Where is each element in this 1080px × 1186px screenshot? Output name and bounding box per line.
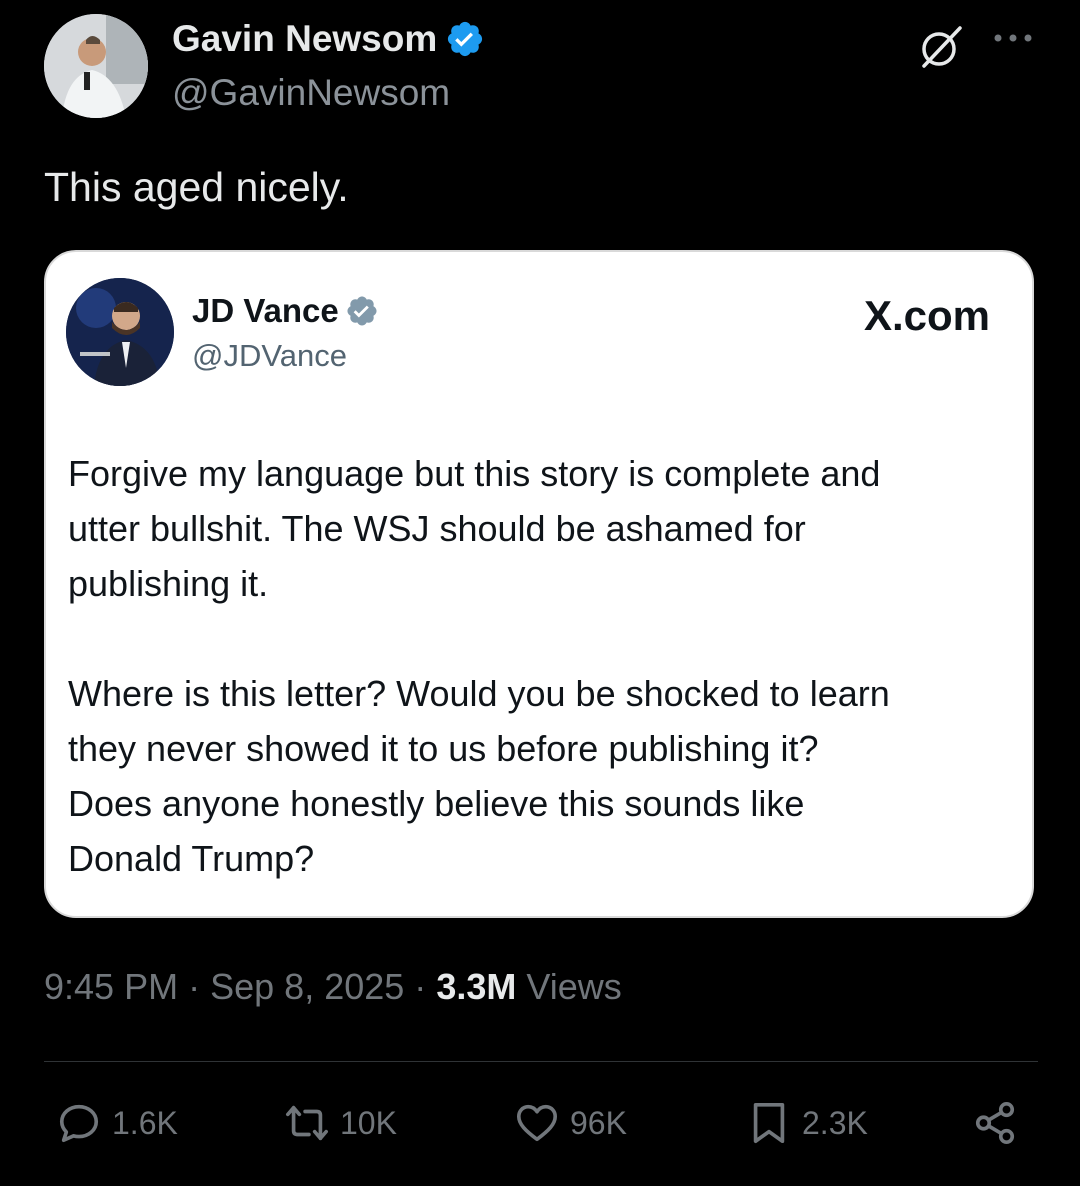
post-meta: 9:45 PM · Sep 8, 2025 · 3.3M Views: [44, 966, 622, 1008]
quoted-post-body: Forgive my language but this story is co…: [68, 446, 1018, 886]
repost-button[interactable]: 10K: [284, 1100, 397, 1146]
views-label: Views: [526, 966, 622, 1007]
repost-count: 10K: [340, 1104, 397, 1141]
quoted-author-avatar: [66, 278, 174, 386]
quoted-post-image[interactable]: JD Vance @JDVance X.com Forgive my langu…: [44, 250, 1034, 918]
post-time[interactable]: 9:45 PM: [44, 966, 178, 1007]
bookmark-icon: [753, 1102, 785, 1144]
verified-icon: [347, 296, 377, 326]
bookmark-count: 2.3K: [802, 1104, 868, 1141]
quoted-author-handle: @JDVance: [192, 338, 347, 373]
divider: [44, 1061, 1038, 1062]
post-date[interactable]: Sep 8, 2025: [210, 966, 404, 1007]
reply-count: 1.6K: [112, 1104, 178, 1141]
quoted-author-name: JD Vance: [192, 292, 339, 329]
like-icon: [516, 1104, 558, 1142]
meta-separator: ·: [414, 966, 427, 1007]
verified-icon: [448, 21, 483, 57]
meta-separator: ·: [188, 966, 201, 1007]
bookmark-button[interactable]: 2.3K: [746, 1100, 868, 1146]
x-brand-label: X.com: [863, 292, 990, 339]
reply-button[interactable]: 1.6K: [56, 1100, 178, 1146]
tweet-text: This aged nicely.: [44, 164, 349, 210]
author-name-row[interactable]: Gavin Newsom: [172, 18, 485, 60]
quoted-paragraph: Forgive my language but this story is co…: [68, 453, 881, 604]
share-icon: [975, 1102, 1015, 1144]
quoted-paragraph: Where is this letter? Would you be shock…: [68, 673, 890, 879]
author-avatar[interactable]: [44, 14, 148, 118]
like-count: 96K: [570, 1104, 627, 1141]
like-button[interactable]: 96K: [514, 1100, 627, 1146]
views-count: 3.3M: [436, 966, 517, 1007]
author-name[interactable]: Gavin Newsom: [172, 18, 437, 60]
quoted-author-name-row: JD Vance: [192, 292, 379, 330]
share-button[interactable]: [972, 1100, 1018, 1146]
author-handle[interactable]: @GavinNewsom: [172, 72, 450, 114]
repost-icon: [286, 1105, 328, 1141]
grok-icon[interactable]: [918, 24, 964, 70]
reply-icon: [59, 1104, 99, 1143]
more-icon[interactable]: [990, 28, 1036, 48]
